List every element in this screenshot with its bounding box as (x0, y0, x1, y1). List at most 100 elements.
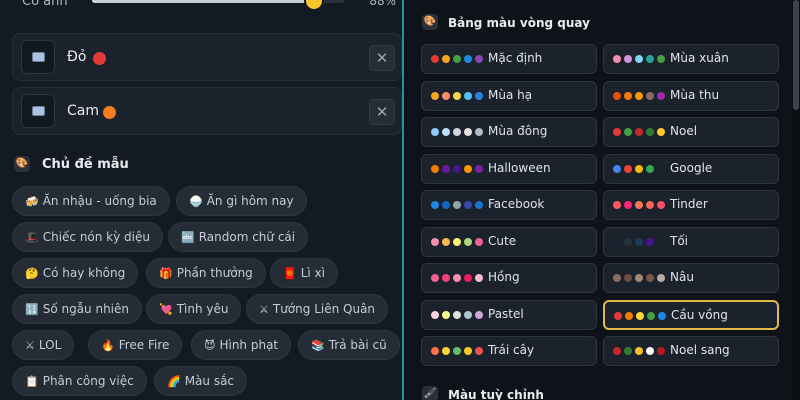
template-chip[interactable]: ⚔ Tướng Liên Quân (246, 294, 389, 324)
size-slider-thumb[interactable] (305, 0, 322, 9)
palette-option[interactable]: Pastel (421, 299, 597, 330)
swatch-dot (431, 310, 439, 319)
swatch-dot (464, 347, 472, 355)
color-entry[interactable]: Cam ✕ (12, 87, 402, 135)
chip-icon: 🔤 (181, 231, 195, 244)
chip-icon: 🤔 (25, 267, 39, 280)
swatch-dot (624, 91, 632, 100)
scrollbar-thumb[interactable] (793, 0, 799, 110)
image-upload-button[interactable] (21, 40, 55, 74)
swatch-dot (453, 55, 461, 63)
left-panel: Cỡ ảnh 88% Đỏ ✕ Cam ✕ 🎨 Chủ đề mẫu 🍻 Ăn n… (0, 0, 404, 400)
palette-label: Facebook (488, 197, 545, 211)
template-chip[interactable]: 🍚 Ăn gì hôm nay (176, 186, 307, 216)
palette-option[interactable]: Facebook (421, 190, 597, 220)
entry-name[interactable]: Cam (67, 103, 99, 119)
swatch-dot (475, 274, 483, 282)
palette-option[interactable]: Tinder (603, 190, 779, 220)
chip-icon: 🎁 (159, 267, 173, 280)
palette-label: Mùa hạ (488, 87, 533, 102)
chip-label: Chiếc nón kỳ diệu (42, 230, 150, 244)
remove-entry-button[interactable]: ✕ (369, 45, 395, 71)
chip-icon: 📋 (25, 375, 39, 388)
palette-label: Hồng (488, 270, 520, 284)
chip-icon: 🍻 (25, 195, 39, 208)
swatch-dot (614, 311, 622, 320)
palette-option[interactable]: Nâu (603, 263, 779, 293)
template-chip[interactable]: 🧧 Lì xì (270, 258, 338, 288)
palette-label: Cute (488, 233, 517, 248)
right-panel: 🎨 Bảng màu vòng quay Mặc định Mùa xuân Mùa… (404, 0, 800, 400)
swatch-dot (431, 164, 439, 173)
palette-option[interactable]: Cute (421, 226, 597, 257)
palette-label: Mùa thu (670, 87, 720, 102)
swatch-dot (475, 347, 483, 355)
size-slider-track[interactable] (92, 0, 344, 9)
chip-icon: ⚔ (259, 303, 269, 316)
entry-name[interactable]: Đỏ (67, 49, 86, 65)
template-chip[interactable]: 😈 Hình phạt (191, 330, 292, 360)
template-chip[interactable]: 🎩 Chiếc nón kỳ diệu (12, 222, 163, 252)
chip-icon: 🧧 (283, 267, 297, 280)
swatch-dot (453, 237, 461, 246)
palette-label: Cầu vồng (671, 307, 728, 322)
template-chip[interactable]: 📚 Trả bài cũ (298, 330, 400, 360)
image-upload-button[interactable] (21, 94, 55, 128)
palette-option[interactable]: Mặc định (421, 44, 597, 74)
palette-option[interactable]: Mùa đông (421, 117, 597, 147)
swatch-dot (431, 91, 439, 100)
palette-option[interactable]: Noel (603, 117, 779, 147)
swatch-dot (635, 128, 643, 136)
chip-icon: 💘 (159, 303, 173, 316)
palette-option[interactable]: Mùa thu (603, 80, 779, 111)
palettes-title: Bảng màu vòng quay (448, 16, 590, 30)
template-chip[interactable]: 💘 Tình yêu (146, 294, 242, 324)
image-icon (32, 52, 45, 62)
template-chip[interactable]: 🔢 Số ngẫu nhiên (12, 294, 143, 324)
palette-option[interactable]: Mùa hạ (421, 80, 597, 111)
swatch-dot (464, 128, 472, 136)
swatch-dot (464, 164, 472, 173)
palette-option[interactable]: Cầu vồng (603, 299, 779, 330)
palette-option[interactable]: Tối (603, 226, 779, 257)
close-icon: ✕ (375, 103, 389, 121)
swatch-dot (613, 164, 621, 173)
swatch-dot (624, 164, 632, 173)
swatch-dot (453, 274, 461, 282)
swatch-dot (442, 274, 450, 282)
swatch-dot (464, 237, 472, 246)
swatch-dot (475, 237, 483, 246)
palette-option[interactable]: Hồng (421, 263, 597, 293)
color-entry[interactable]: Đỏ ✕ (12, 33, 402, 81)
template-chip[interactable]: 📋 Phân công việc (12, 366, 147, 396)
palette-label: Noel (670, 124, 698, 138)
template-chip[interactable]: ⚔ LOL (12, 330, 75, 360)
swatch-dot (646, 237, 654, 246)
template-chip[interactable]: 🎁 Phần thưởng (146, 258, 266, 288)
palette-label: Mùa đông (488, 124, 548, 138)
template-chip[interactable]: 🔤 Random chữ cái (168, 222, 309, 252)
template-chip[interactable]: 🍻 Ăn nhậu - uống bia (12, 186, 170, 216)
scrollbar[interactable] (792, 0, 800, 400)
palette-option[interactable]: Noel sang (603, 336, 779, 366)
swatch-dot (613, 128, 621, 136)
swatch-dot (635, 91, 643, 100)
template-chip[interactable]: 🌈 Màu sắc (154, 366, 248, 396)
palette-option[interactable]: Google (603, 153, 779, 184)
chip-icon: 😈 (204, 339, 216, 352)
chip-label: Phần thưởng (176, 266, 253, 280)
swatch-dot (431, 237, 439, 246)
swatch-dot (475, 164, 483, 173)
image-icon (32, 106, 45, 116)
swatch-dot (635, 55, 643, 63)
swatch-dot (657, 55, 665, 63)
palette-option[interactable]: Mùa xuân (603, 44, 779, 74)
template-chip[interactable]: 🔥 Free Fire (88, 330, 183, 360)
remove-entry-button[interactable]: ✕ (369, 99, 395, 125)
swatch-dot (613, 201, 621, 209)
chip-label: Trả bài cũ (328, 338, 387, 352)
palette-option[interactable]: Trái cây (421, 336, 597, 366)
chip-label: Tình yêu (176, 302, 229, 316)
palette-option[interactable]: Halloween (421, 153, 597, 184)
template-chip[interactable]: 🤔 Có hay không (12, 258, 139, 288)
